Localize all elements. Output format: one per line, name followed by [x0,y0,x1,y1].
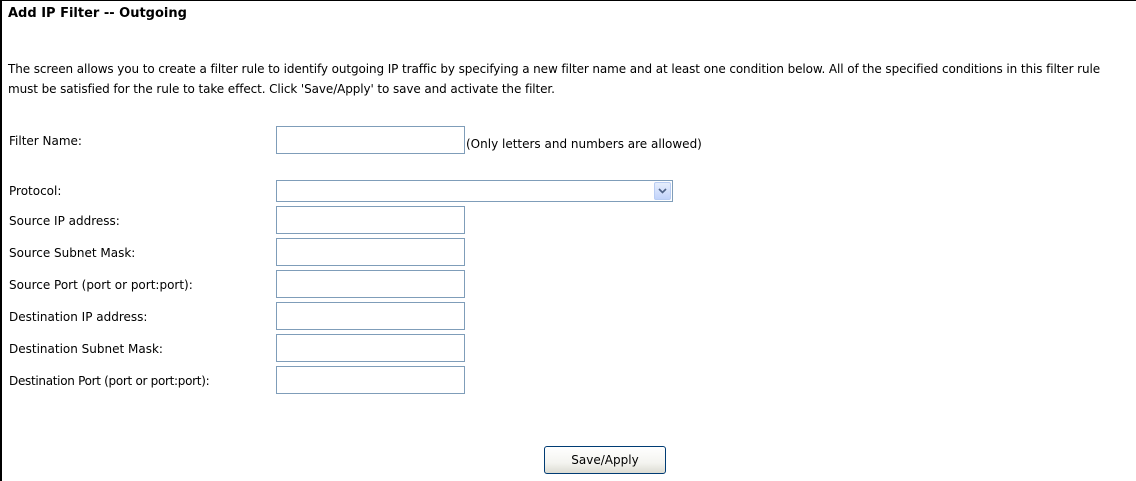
source-mask-input[interactable] [276,238,465,266]
protocol-dropdown-button[interactable] [654,182,671,200]
dest-port-label: Destination Port (port or port:port): [9,374,210,388]
protocol-label: Protocol: [9,184,62,198]
filter-name-input[interactable] [276,126,465,154]
source-port-label: Source Port (port or port:port): [9,278,193,292]
source-mask-label: Source Subnet Mask: [9,246,136,260]
save-apply-button[interactable]: Save/Apply [544,446,666,474]
source-ip-input[interactable] [276,206,465,234]
dest-ip-label: Destination IP address: [9,310,148,324]
filter-name-label: Filter Name: [9,134,82,148]
page-title: Add IP Filter -- Outgoing [8,6,187,21]
protocol-select[interactable] [276,180,673,202]
filter-name-hint: (Only letters and numbers are allowed) [466,137,702,151]
source-port-input[interactable] [276,270,465,298]
dest-port-input[interactable] [276,366,465,394]
page-description: The screen allows you to create a filter… [8,62,1100,96]
dest-mask-input[interactable] [276,334,465,362]
chevron-down-icon [658,188,667,194]
source-ip-label: Source IP address: [9,214,120,228]
dest-ip-input[interactable] [276,302,465,330]
dest-mask-label: Destination Subnet Mask: [9,342,163,356]
